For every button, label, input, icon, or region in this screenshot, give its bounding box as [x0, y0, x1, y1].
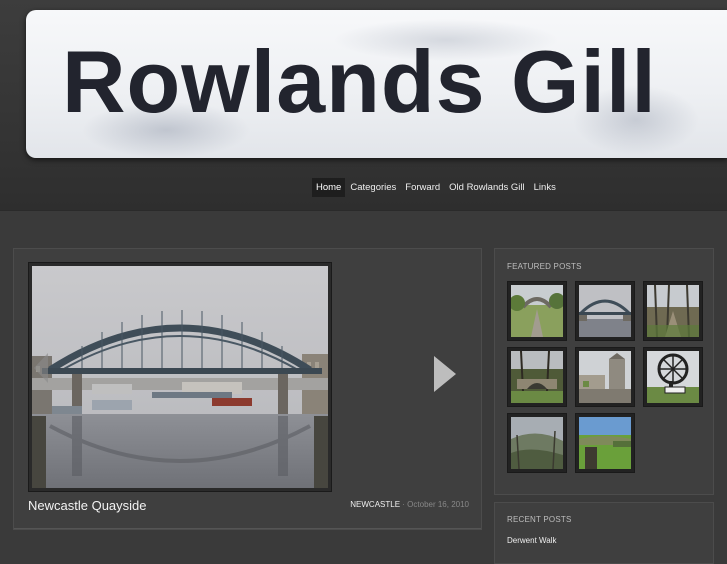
featured-post-thumb[interactable] — [507, 413, 567, 473]
slide-title[interactable]: Newcastle Quayside — [28, 498, 147, 513]
slide-image-tyne-bridge — [32, 266, 328, 488]
chevron-right-icon — [434, 356, 456, 392]
recent-post-link[interactable]: Derwent Walk — [507, 536, 557, 545]
slide-image-frame[interactable] — [28, 262, 332, 492]
featured-posts-heading: FEATURED POSTS — [507, 262, 582, 271]
chevron-left-icon — [34, 353, 48, 383]
thumb-image-stone-bridge — [511, 351, 563, 403]
thumb-image-pit-wheel — [647, 351, 699, 403]
site-logo-banner[interactable]: Rowlands Gill — [26, 10, 727, 158]
panel-divider — [14, 528, 481, 529]
main-navigation: Home Categories Forward Old Rowlands Gil… — [312, 177, 561, 197]
featured-post-thumb[interactable] — [575, 413, 635, 473]
slide-date: · October 16, 2010 — [400, 500, 469, 509]
featured-posts-widget: FEATURED POSTS — [494, 248, 714, 495]
nav-item-links[interactable]: Links — [530, 178, 560, 197]
site-title: Rowlands Gill — [62, 32, 657, 131]
featured-post-thumb[interactable] — [643, 347, 703, 407]
slider-prev-button[interactable] — [34, 353, 48, 387]
nav-item-home[interactable]: Home — [312, 177, 346, 197]
header-divider — [0, 210, 727, 211]
slider-next-button[interactable] — [434, 356, 456, 396]
thumb-image-tyne-bridge — [579, 285, 631, 337]
slide-meta: NEWCASTLE · October 16, 2010 — [350, 500, 469, 509]
featured-post-thumb[interactable] — [507, 281, 567, 341]
nav-item-old-rowlands-gill[interactable]: Old Rowlands Gill — [445, 178, 529, 197]
featured-post-thumb[interactable] — [643, 281, 703, 341]
featured-post-thumb[interactable] — [507, 347, 567, 407]
thumb-image-green-fields — [579, 417, 631, 469]
featured-slider: Newcastle Quayside NEWCASTLE · October 1… — [13, 248, 482, 530]
recent-posts-widget: RECENT POSTS Derwent Walk — [494, 502, 714, 564]
recent-posts-heading: RECENT POSTS — [507, 515, 572, 524]
featured-post-thumb[interactable] — [575, 281, 635, 341]
slide-category-link[interactable]: NEWCASTLE — [350, 500, 400, 509]
thumb-image-village-street — [579, 351, 631, 403]
thumb-image-path-bridge — [511, 285, 563, 337]
nav-item-categories[interactable]: Categories — [346, 178, 400, 197]
nav-item-forward[interactable]: Forward — [401, 178, 444, 197]
thumb-image-valley-view — [511, 417, 563, 469]
thumb-image-woodland-path — [647, 285, 699, 337]
featured-post-thumb[interactable] — [575, 347, 635, 407]
